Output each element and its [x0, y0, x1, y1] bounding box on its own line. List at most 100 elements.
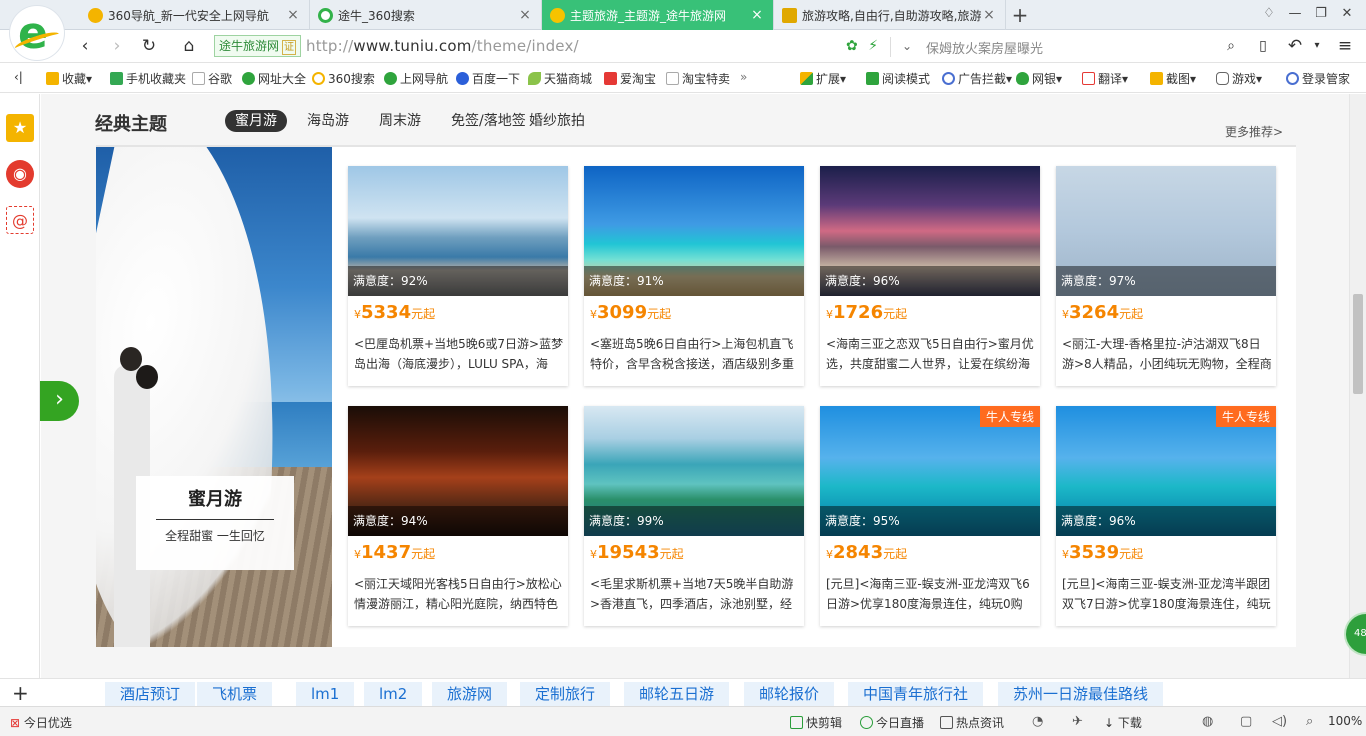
toolbar-reading-mode[interactable]: 阅读模式: [866, 70, 930, 87]
scrollbar[interactable]: [1349, 94, 1366, 678]
toolbar-screenshot[interactable]: 截图 ▾: [1150, 70, 1196, 87]
menu-icon[interactable]: ≡: [1334, 35, 1356, 57]
tab-360-nav[interactable]: 360导航_新一代安全上网导航 ×: [80, 0, 310, 30]
mail-at-icon[interactable]: @: [6, 206, 34, 234]
bookmark-favorites[interactable]: 收藏 ▾: [46, 70, 92, 87]
close-window-icon[interactable]: ✕: [1336, 6, 1358, 24]
product-card[interactable]: 满意度：96% ¥1726元起 <海南三亚之恋双飞5日自由行>蜜月优选，共度甜蜜二人…: [820, 166, 1040, 386]
toolbar-translate[interactable]: 翻译 ▾: [1082, 70, 1128, 87]
sidebar-toggle-icon[interactable]: ‹|: [14, 70, 23, 84]
next-arrow-button[interactable]: ›: [40, 381, 79, 421]
phone-icon[interactable]: ▯: [1252, 35, 1274, 57]
product-description[interactable]: [元旦]<海南三亚-蜈支洲-亚龙湾双飞6日游>优享180度海景连住，纯玩0购: [826, 574, 1036, 614]
zoom-level[interactable]: 100%: [1328, 714, 1362, 728]
toolbar-extensions[interactable]: 扩展 ▾: [800, 70, 846, 87]
hero-banner[interactable]: 蜜月游 全程甜蜜 一生回忆: [96, 147, 332, 647]
hot-link[interactable]: lm1: [296, 682, 355, 706]
close-icon[interactable]: ×: [285, 7, 301, 23]
chevron-down-icon[interactable]: ▾: [1306, 35, 1328, 57]
bookmark-aitaobao[interactable]: 爱淘宝: [604, 70, 656, 87]
product-card[interactable]: 满意度：99% ¥19543元起 <毛里求斯机票+当地7天5晚半自助游>香港直飞，四…: [584, 406, 804, 626]
bookmark-web-nav[interactable]: 上网导航: [384, 70, 448, 87]
product-description[interactable]: [元旦]<海南三亚-蜈支洲-亚龙湾半跟团双飞7日游>优享180度海景连住，纯玩: [1062, 574, 1272, 614]
live-today[interactable]: 今日直播: [860, 714, 924, 731]
more-bookmarks-icon[interactable]: »: [740, 70, 747, 84]
hot-link[interactable]: 邮轮报价: [744, 682, 835, 706]
tab-wedding-photo[interactable]: 婚纱旅拍: [519, 110, 595, 132]
hot-link[interactable]: 邮轮五日游: [624, 682, 730, 706]
product-card[interactable]: 满意度：91% ¥3099元起 <塞班岛5晚6日自由行>上海包机直飞特价，含早含税含…: [584, 166, 804, 386]
home-icon[interactable]: ⌂: [178, 35, 200, 57]
tab-tuniu-theme[interactable]: 主题旅游_主题游_途牛旅游网 ×: [542, 0, 774, 30]
product-description[interactable]: <塞班岛5晚6日自由行>上海包机直飞特价，含早含税含接送，酒店级别多重: [590, 334, 800, 374]
hot-link[interactable]: 旅游网: [432, 682, 508, 706]
tab-honeymoon[interactable]: 蜜月游: [225, 110, 287, 132]
speedup-icon[interactable]: ✿: [846, 38, 858, 54]
favorites-star-icon[interactable]: ★: [6, 114, 34, 142]
close-icon[interactable]: ×: [981, 7, 997, 23]
lightning-icon[interactable]: ⚡: [868, 38, 878, 54]
product-description[interactable]: <毛里求斯机票+当地7天5晚半自助游>香港直飞，四季酒店，泳池别墅，经典: [590, 574, 800, 614]
bookmark-mobile[interactable]: 手机收藏夹: [110, 70, 186, 87]
product-card[interactable]: 满意度：92% ¥5334元起 <巴厘岛机票+当地5晚6或7日游>蓝梦岛出海（海底漫…: [348, 166, 568, 386]
tab-360-search[interactable]: 途牛_360搜索 ×: [310, 0, 542, 30]
minimize-icon[interactable]: —: [1284, 6, 1306, 24]
weibo-icon[interactable]: ◉: [6, 160, 34, 188]
undo-icon[interactable]: ↶: [1284, 35, 1306, 57]
shirt-skin-icon[interactable]: ♢: [1258, 6, 1280, 24]
search-icon[interactable]: ⌕: [1220, 35, 1242, 57]
tab-travel-guide[interactable]: 旅游攻略,自由行,自助游攻略,旅游 ×: [774, 0, 1006, 30]
daily-picks[interactable]: ⊠ 今日优选: [10, 714, 72, 731]
hot-link[interactable]: 中国青年旅行社: [848, 682, 984, 706]
quick-clip[interactable]: 快剪辑: [790, 714, 842, 731]
more-recommendations-link[interactable]: 更多推荐>: [1225, 123, 1283, 140]
restore-icon[interactable]: ❐: [1310, 6, 1332, 24]
add-icon[interactable]: +: [12, 681, 29, 705]
bookmark-url-directory[interactable]: 网址大全: [242, 70, 306, 87]
hot-link[interactable]: 定制旅行: [520, 682, 611, 706]
window-icon[interactable]: ▢: [1240, 714, 1252, 729]
browser-logo[interactable]: e: [10, 6, 64, 60]
product-card[interactable]: 牛人专线 满意度：96% ¥3539元起 [元旦]<海南三亚-蜈支洲-亚龙湾半跟团双飞…: [1056, 406, 1276, 626]
new-tab-button[interactable]: +: [1008, 3, 1032, 27]
bookmark-360-search[interactable]: 360搜索: [312, 70, 375, 87]
hot-link[interactable]: 飞机票: [197, 682, 273, 706]
product-card[interactable]: 满意度：94% ¥1437元起 <丽江天域阳光客栈5日自由行>放松心情漫游丽江，精心…: [348, 406, 568, 626]
product-description[interactable]: <丽江-大理-香格里拉-泸沽湖双飞8日游>8人精品，小团纯玩无购物，全程商: [1062, 334, 1272, 374]
accelerate-icon[interactable]: ✈: [1072, 714, 1083, 729]
product-description[interactable]: <海南三亚之恋双飞5日自由行>蜜月优选，共度甜蜜二人世界，让爱在缤纷海: [826, 334, 1036, 374]
bookmark-taobao-sale[interactable]: 淘宝特卖: [666, 70, 730, 87]
bookmark-baidu[interactable]: 百度一下: [456, 70, 520, 87]
scrollbar-thumb[interactable]: [1353, 294, 1363, 394]
volume-icon[interactable]: ◁): [1272, 714, 1287, 729]
toolbar-login-manager[interactable]: 登录管家: [1286, 70, 1350, 87]
toolbar-online-banking[interactable]: 网银 ▾: [1016, 70, 1062, 87]
toolbar-ad-block[interactable]: 广告拦截 ▾: [942, 70, 1012, 87]
tab-island[interactable]: 海岛游: [297, 110, 359, 132]
refresh-icon[interactable]: ↻: [138, 35, 160, 57]
back-icon[interactable]: ‹: [74, 35, 96, 57]
tab-weekend[interactable]: 周末游: [369, 110, 431, 132]
chevron-down-icon[interactable]: ⌄: [896, 35, 918, 57]
url-input[interactable]: http://www.tuniu.com/theme/index/: [306, 37, 579, 55]
site-verified-badge[interactable]: 途牛旅游网证: [214, 35, 302, 57]
hot-link[interactable]: lm2: [364, 682, 423, 706]
hot-news[interactable]: 热点资讯: [940, 714, 1004, 731]
bookmark-tmall[interactable]: 天猫商城: [528, 70, 592, 87]
product-description[interactable]: <巴厘岛机票+当地5晚6或7日游>蓝梦岛出海（海底漫步），LULU SPA，海: [354, 334, 564, 374]
toolbar-games[interactable]: 游戏 ▾: [1216, 70, 1262, 87]
search-input[interactable]: 保姆放火案房屋曝光: [926, 38, 1043, 57]
hot-link[interactable]: 酒店预订: [105, 682, 196, 706]
close-icon[interactable]: ×: [749, 7, 765, 23]
bookmark-google[interactable]: 谷歌: [192, 70, 232, 87]
hot-link[interactable]: 苏州一日游最佳路线: [998, 682, 1164, 706]
zoom-icon[interactable]: ⌕: [1306, 714, 1313, 729]
product-card[interactable]: 牛人专线 满意度：95% ¥2843元起 [元旦]<海南三亚-蜈支洲-亚龙湾双飞6日游…: [820, 406, 1040, 626]
downloads[interactable]: ↓ 下载: [1104, 714, 1142, 731]
close-icon[interactable]: ×: [517, 7, 533, 23]
clean-icon[interactable]: ◍: [1202, 714, 1213, 729]
forward-icon[interactable]: ›: [106, 35, 128, 57]
speed-icon[interactable]: ◔: [1032, 714, 1043, 729]
product-description[interactable]: <丽江天域阳光客栈5日自由行>放松心情漫游丽江，精心阳光庭院，纳西特色: [354, 574, 564, 614]
product-card[interactable]: 满意度：97% ¥3264元起 <丽江-大理-香格里拉-泸沽湖双飞8日游>8人精品，…: [1056, 166, 1276, 386]
